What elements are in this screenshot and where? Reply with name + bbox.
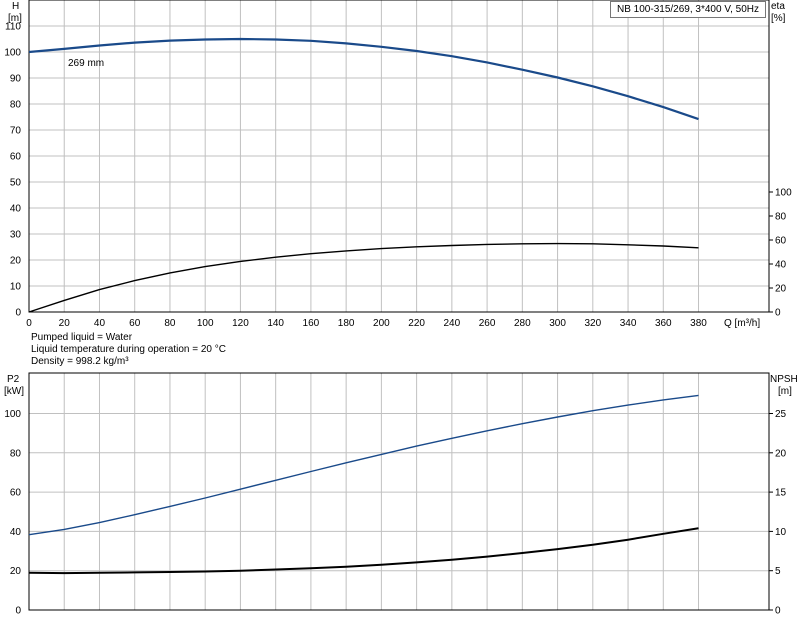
npsh-curve [28, 527, 699, 575]
flow-tick-label: 20 [59, 318, 71, 329]
impeller-diameter-label: 269 mm [68, 58, 104, 69]
top-chart-right-tick-labels: 0 20 40 60 80 100 [769, 188, 792, 319]
head-tick-label: 60 [10, 152, 22, 163]
eta-tick-label: 80 [775, 212, 787, 223]
power-tick-label: 60 [10, 488, 22, 499]
eta-tick-label: 20 [775, 284, 787, 295]
head-tick-label: 50 [10, 178, 22, 189]
head-efficiency-chart: 0 20 40 60 80 100 120 140 160 180 200 220 240 260 280 3… [4, 0, 792, 329]
flow-tick-label: 220 [408, 318, 425, 329]
top-chart-left-tick-labels: 0102030405060708090100110 [4, 22, 21, 319]
head-axis-label: H [12, 1, 19, 12]
head-tick-label: 0 [15, 308, 21, 319]
bottom-chart-plot-frame [28, 372, 770, 611]
eta-tick-label: 0 [775, 308, 781, 319]
liquid-temperature-text: Liquid temperature during operation = 20… [31, 344, 226, 355]
flow-tick-label: 140 [267, 318, 284, 329]
npsh-tick-label: 5 [775, 566, 781, 577]
head-tick-label: 70 [10, 126, 22, 137]
npsh-axis-unit: [m] [778, 386, 792, 397]
head-axis-unit: [m] [8, 13, 22, 24]
flow-tick-label: 120 [232, 318, 249, 329]
npsh-tick-label: 15 [775, 488, 787, 499]
head-curve [28, 37, 699, 121]
flow-tick-label: 280 [514, 318, 531, 329]
power-curve [28, 394, 699, 536]
head-tick-label: 100 [4, 48, 21, 59]
power-npsh-chart: 0 20 40 60 80 100 0 5 10 15 20 25 P2 [kW] NPSH [m] [4, 372, 798, 617]
flow-tick-label: 180 [338, 318, 355, 329]
eta-tick-label: 60 [775, 236, 787, 247]
power-tick-label: 0 [15, 606, 21, 617]
head-tick-label: 40 [10, 204, 22, 215]
power-tick-label: 80 [10, 448, 22, 459]
top-chart-x-tick-labels: 0 20 40 60 80 100 120 140 160 180 200 220 240 260 280 3… [26, 318, 707, 329]
npsh-tick-label: 10 [775, 527, 787, 538]
bottom-chart-right-tick-labels: 0 5 10 15 20 25 [769, 409, 787, 617]
density-text: Density = 998.2 kg/m³ [31, 356, 129, 367]
efficiency-curve [28, 242, 699, 313]
power-axis-unit: [kW] [4, 386, 24, 397]
bottom-chart-gridlines [28, 373, 769, 610]
power-tick-label: 100 [4, 409, 21, 420]
eta-tick-label: 100 [775, 188, 792, 199]
eta-axis-unit: [%] [771, 13, 786, 24]
flow-tick-label: 360 [655, 318, 672, 329]
head-tick-label: 20 [10, 256, 22, 267]
power-tick-label: 40 [10, 527, 22, 538]
flow-tick-label: 60 [129, 318, 141, 329]
flow-tick-label: 320 [584, 318, 601, 329]
npsh-tick-label: 20 [775, 448, 787, 459]
flow-tick-label: 160 [303, 318, 320, 329]
npsh-tick-label: 0 [775, 606, 781, 617]
flow-tick-label: 40 [94, 318, 106, 329]
power-axis-label: P2 [7, 374, 20, 385]
eta-tick-label: 40 [775, 260, 787, 271]
flow-tick-label: 0 [26, 318, 32, 329]
flow-tick-label: 300 [549, 318, 566, 329]
flow-tick-label: 340 [620, 318, 637, 329]
power-tick-label: 20 [10, 566, 22, 577]
pump-model-label: NB 100-315/269, 3*400 V, 50Hz [610, 1, 766, 18]
head-tick-label: 80 [10, 100, 22, 111]
eta-axis-label: eta [771, 1, 785, 12]
flow-tick-label: 100 [197, 318, 214, 329]
npsh-axis-label: NPSH [770, 374, 798, 385]
pumped-liquid-text: Pumped liquid = Water [31, 332, 133, 343]
bottom-chart-left-tick-labels: 0 20 40 60 80 100 [4, 409, 21, 617]
flow-axis-label: Q [m³/h] [724, 318, 760, 329]
npsh-tick-label: 25 [775, 409, 787, 420]
pump-performance-chart: 0 20 40 60 80 100 120 140 160 180 200 220 240 260 280 3… [4, 0, 798, 617]
top-chart-gridlines [28, 0, 769, 313]
flow-tick-label: 80 [164, 318, 176, 329]
flow-tick-label: 240 [444, 318, 461, 329]
head-tick-label: 10 [10, 282, 22, 293]
flow-tick-label: 260 [479, 318, 496, 329]
head-tick-label: 90 [10, 74, 22, 85]
flow-tick-label: 200 [373, 318, 390, 329]
flow-tick-label: 380 [690, 318, 707, 329]
head-tick-label: 30 [10, 230, 22, 241]
